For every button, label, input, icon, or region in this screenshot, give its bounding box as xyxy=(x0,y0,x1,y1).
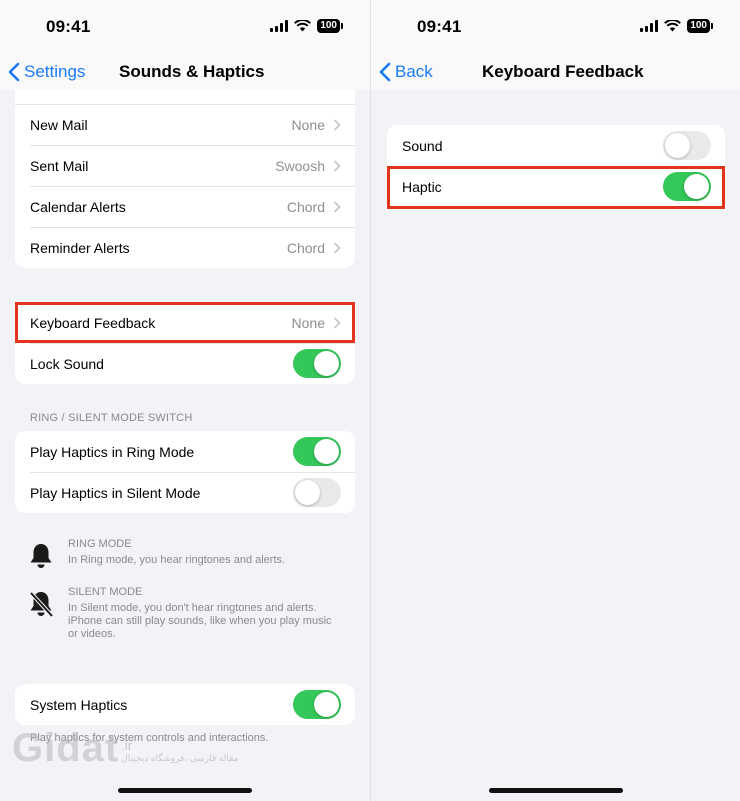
row-label: New Mail xyxy=(30,117,88,133)
row-label: Calendar Alerts xyxy=(30,198,126,215)
list-item-sent-mail[interactable]: Sent Mail Swoosh xyxy=(15,145,355,186)
row-label: Reminder Alerts xyxy=(30,239,130,256)
back-button[interactable]: Settings xyxy=(8,62,85,82)
section-header: RING / SILENT MODE SWITCH xyxy=(30,412,193,424)
system-haptics-toggle[interactable] xyxy=(293,690,341,719)
silent-mode-info: SILENT MODE In Silent mode, you don't he… xyxy=(26,586,346,641)
watermark-domain: .ir xyxy=(121,738,133,753)
row-value: Chord xyxy=(286,239,325,256)
home-indicator[interactable] xyxy=(489,788,623,793)
row-value: Chord xyxy=(286,198,325,215)
sounds-haptics-screen: 09:41 100 Settings Sounds & Haptics New … xyxy=(0,0,370,801)
info-title: SILENT MODE xyxy=(68,586,143,598)
page-title: Sounds & Haptics xyxy=(119,62,265,81)
highlight-box xyxy=(387,166,725,209)
back-label: Back xyxy=(395,62,433,81)
nav-bar: Settings Sounds & Haptics xyxy=(0,54,370,90)
info-text: In Silent mode, you don't hear ringtones… xyxy=(68,602,332,640)
list-item-reminder-alerts[interactable]: Reminder Alerts Chord xyxy=(15,227,355,268)
keyboard-feedback-screen: 09:41 100 Back Keyboard Feedback Sound H… xyxy=(370,0,740,801)
play-silent-toggle[interactable] xyxy=(293,478,341,507)
bell-slash-icon xyxy=(26,586,56,641)
status-bar: 09:41 100 xyxy=(0,0,370,54)
system-haptics-group: System Haptics xyxy=(15,684,355,725)
play-ring-toggle[interactable] xyxy=(293,437,341,466)
ring-mode-info: RING MODE In Ring mode, you hear rington… xyxy=(26,538,346,570)
sound-toggle[interactable] xyxy=(663,131,711,160)
row-label: Sound xyxy=(402,137,443,154)
info-title: RING MODE xyxy=(68,538,132,550)
chevron-left-icon xyxy=(8,62,20,82)
watermark-text: Gidat xyxy=(12,726,120,770)
watermark-tagline: مقاله فارسی ،فروشگاه دیجیتال xyxy=(121,753,239,763)
play-silent-row: Play Haptics in Silent Mode xyxy=(15,472,355,513)
status-icons: 100 xyxy=(270,19,343,33)
nav-bar: Back Keyboard Feedback xyxy=(371,54,740,90)
wifi-icon xyxy=(664,20,682,32)
lock-sound-row: Lock Sound xyxy=(15,343,355,384)
ring-silent-group: Play Haptics in Ring Mode Play Haptics i… xyxy=(15,431,355,513)
row-label: Play Haptics in Silent Mode xyxy=(30,484,201,501)
row-label: Sent Mail xyxy=(30,157,89,174)
chevron-right-icon xyxy=(333,119,341,131)
list-item-new-mail[interactable]: New Mail None xyxy=(15,104,355,145)
chevron-right-icon xyxy=(333,200,341,213)
wifi-icon xyxy=(294,20,312,32)
row-label: Lock Sound xyxy=(30,355,104,372)
battery-icon: 100 xyxy=(317,19,343,33)
row-value: Swoosh xyxy=(275,157,325,174)
info-text: In Ring mode, you hear ringtones and ale… xyxy=(68,554,286,566)
status-time: 09:41 xyxy=(417,17,462,36)
row-label: System Haptics xyxy=(30,696,128,713)
status-time: 09:41 xyxy=(46,17,91,36)
chevron-left-icon xyxy=(379,62,391,82)
highlight-box xyxy=(15,302,355,343)
row-value: None xyxy=(291,117,325,133)
chevron-right-icon xyxy=(333,241,341,254)
lock-sound-toggle[interactable] xyxy=(293,349,341,378)
row-label: Play Haptics in Ring Mode xyxy=(30,443,195,460)
list-item-calendar-alerts[interactable]: Calendar Alerts Chord xyxy=(15,186,355,227)
status-bar: 09:41 100 xyxy=(371,0,740,54)
back-button[interactable]: Back xyxy=(379,62,433,82)
home-indicator[interactable] xyxy=(118,788,252,793)
list-top-edge xyxy=(15,90,355,104)
cellular-signal-icon xyxy=(640,20,659,32)
cellular-signal-icon xyxy=(270,20,289,32)
sounds-list: New Mail None Sent Mail Swoosh Calendar … xyxy=(15,90,355,268)
system-haptics-row: System Haptics xyxy=(15,684,355,725)
battery-icon: 100 xyxy=(687,19,713,33)
status-icons: 100 xyxy=(640,19,713,33)
back-label: Settings xyxy=(24,62,86,81)
sound-row: Sound xyxy=(387,125,725,166)
page-title: Keyboard Feedback xyxy=(482,62,644,81)
bell-icon xyxy=(26,538,56,570)
chevron-right-icon xyxy=(333,159,341,172)
play-ring-row: Play Haptics in Ring Mode xyxy=(15,431,355,472)
watermark-logo: Gidat .ir مقاله فارسی ،فروشگاه دیجیتال xyxy=(12,728,238,768)
